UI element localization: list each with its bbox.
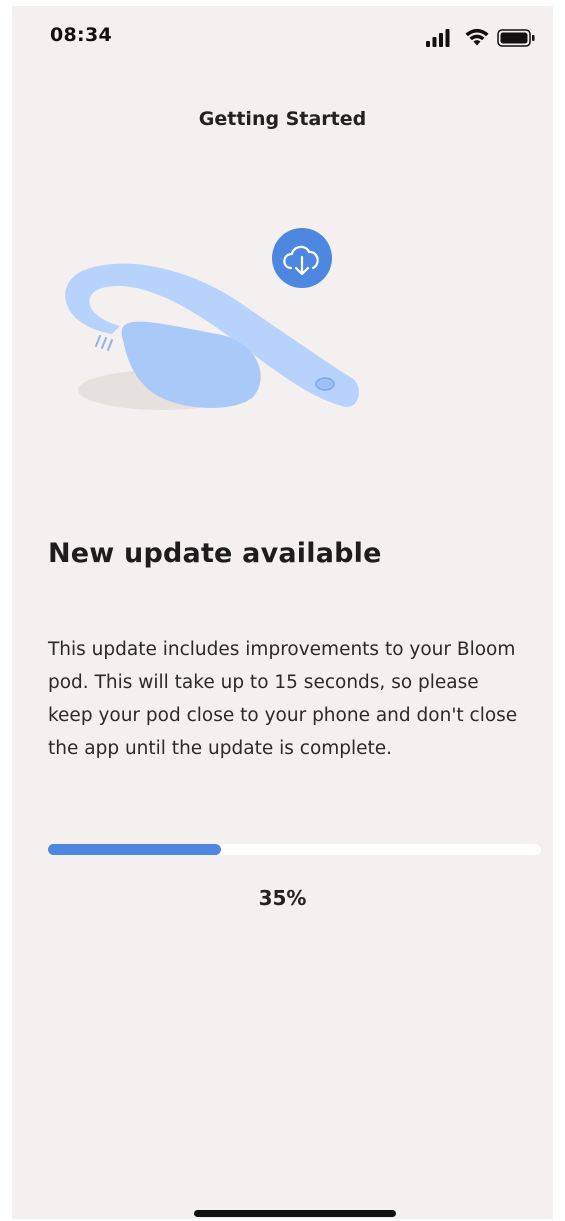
progress-percentage: 35% xyxy=(258,886,307,910)
status-icons xyxy=(425,26,535,50)
battery-icon xyxy=(497,29,535,47)
update-screen: 08:34 Getting Started New update availab… xyxy=(12,6,553,1219)
update-headline: New update available xyxy=(48,538,382,569)
pod-button xyxy=(315,377,335,391)
home-indicator[interactable] xyxy=(194,1210,396,1217)
status-time: 08:34 xyxy=(50,24,112,46)
page-title: Getting Started xyxy=(198,108,367,130)
progress-bar-fill xyxy=(48,844,221,855)
wifi-icon xyxy=(465,28,489,46)
progress-bar xyxy=(48,844,541,855)
cellular-signal-icon xyxy=(426,29,450,47)
update-description: This update includes improvements to you… xyxy=(48,639,518,759)
bloom-pod-illustration xyxy=(65,228,359,410)
